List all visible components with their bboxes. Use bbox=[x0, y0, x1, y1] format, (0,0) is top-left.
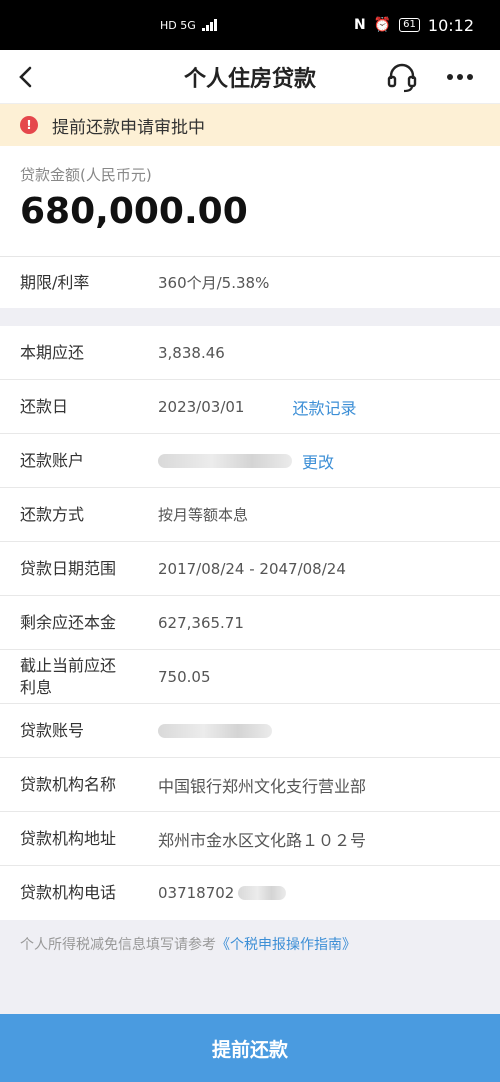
institution-address-row: 贷款机构地址 郑州市金水区文化路１０２号 bbox=[0, 812, 500, 866]
headset-icon bbox=[387, 63, 417, 92]
remaining-principal-value: 627,365.71 bbox=[158, 613, 244, 632]
loan-details-list: 本期应还 3,838.46 还款日 2023/03/01 还款记录 还款账户 更… bbox=[0, 326, 500, 920]
current-due-row: 本期应还 3,838.46 bbox=[0, 326, 500, 380]
current-due-value: 3,838.46 bbox=[158, 343, 225, 362]
loan-amount-card: 贷款金额(人民币元) 680,000.00 bbox=[0, 146, 500, 256]
tax-guide-text: 个人所得税减免信息填写请参考 bbox=[20, 937, 216, 953]
repay-method-value: 按月等额本息 bbox=[158, 506, 249, 524]
institution-phone-value: 03718702 bbox=[158, 884, 235, 902]
repay-method-label: 还款方式 bbox=[20, 504, 85, 524]
repay-date-value: 2023/03/01 bbox=[158, 397, 245, 416]
loan-amount-label: 贷款金额(人民币元) bbox=[20, 166, 152, 184]
back-arrow-icon bbox=[19, 66, 32, 87]
interest-due-value: 750.05 bbox=[158, 667, 211, 686]
institution-address-label: 贷款机构地址 bbox=[20, 828, 117, 848]
institution-phone-label: 贷款机构电话 bbox=[20, 883, 117, 902]
nfc-icon: N bbox=[354, 17, 366, 33]
section-divider bbox=[0, 308, 500, 326]
remaining-principal-row: 剩余应还本金 627,365.71 bbox=[0, 596, 500, 650]
early-repayment-button[interactable]: 提前还款 bbox=[0, 1014, 500, 1082]
institution-name-label: 贷款机构名称 bbox=[20, 774, 117, 794]
redacted-loan-account bbox=[158, 723, 272, 738]
change-account-link[interactable]: 更改 bbox=[302, 449, 334, 473]
institution-name-row: 贷款机构名称 中国银行郑州文化支行营业部 bbox=[0, 758, 500, 812]
network-label: HD 5G bbox=[160, 18, 196, 32]
signal-icon bbox=[201, 19, 217, 31]
date-range-label: 贷款日期范围 bbox=[20, 558, 117, 578]
repayment-record-link[interactable]: 还款记录 bbox=[292, 395, 356, 419]
interest-due-row: 截止当前应还 利息 750.05 bbox=[0, 650, 500, 704]
institution-name-value: 中国银行郑州文化支行营业部 bbox=[158, 776, 367, 796]
loan-account-row: 贷款账号 bbox=[0, 704, 500, 758]
approval-status-banner: ! 提前还款申请审批中 bbox=[0, 104, 500, 146]
date-range-row: 贷款日期范围 2017/08/24 - 2047/08/24 bbox=[0, 542, 500, 596]
battery-indicator: 61 bbox=[399, 18, 420, 32]
alert-circle-icon: ! bbox=[20, 116, 38, 134]
approval-status-text: 提前还款申请审批中 bbox=[52, 117, 205, 138]
date-range-value: 2017/08/24 - 2047/08/24 bbox=[158, 559, 346, 578]
remaining-principal-label: 剩余应还本金 bbox=[20, 612, 117, 632]
customer-service-button[interactable] bbox=[384, 59, 420, 95]
redacted-account-number bbox=[158, 453, 292, 468]
institution-address-value: 郑州市金水区文化路１０２号 bbox=[158, 830, 367, 850]
clock: 10:12 bbox=[427, 15, 474, 35]
more-dots-icon bbox=[447, 73, 473, 80]
term-rate-value: 360个月/5.38% bbox=[158, 274, 270, 292]
current-due-label: 本期应还 bbox=[20, 342, 85, 362]
term-rate-row: 期限/利率 360个月/5.38% bbox=[0, 256, 500, 308]
loan-account-label: 贷款账号 bbox=[20, 720, 85, 740]
redacted-phone-suffix bbox=[238, 886, 287, 900]
status-bar: HD 5G N ⏰ 61 10:12 bbox=[0, 0, 500, 50]
network-indicator: HD 5G bbox=[160, 19, 218, 32]
interest-due-label: 截止当前应还 利息 bbox=[20, 655, 117, 697]
loan-amount-value: 680,000.00 bbox=[20, 191, 248, 232]
repay-method-row: 还款方式 按月等额本息 bbox=[0, 488, 500, 542]
institution-phone-row: 贷款机构电话 03718702 bbox=[0, 866, 500, 920]
repay-account-label: 还款账户 bbox=[20, 450, 85, 470]
tax-guide-note: 个人所得税减免信息填写请参考《个税申报操作指南》 bbox=[0, 920, 500, 968]
more-button[interactable] bbox=[442, 59, 478, 95]
repay-date-label: 还款日 bbox=[20, 396, 69, 416]
back-button[interactable] bbox=[0, 50, 50, 104]
repay-account-row: 还款账户 更改 bbox=[0, 434, 500, 488]
term-rate-label: 期限/利率 bbox=[20, 272, 90, 292]
repay-date-row: 还款日 2023/03/01 还款记录 bbox=[0, 380, 500, 434]
alarm-icon: ⏰ bbox=[373, 17, 392, 33]
nav-bar: 个人住房贷款 bbox=[0, 50, 500, 104]
tax-guide-link[interactable]: 《个税申报操作指南》 bbox=[216, 937, 356, 953]
